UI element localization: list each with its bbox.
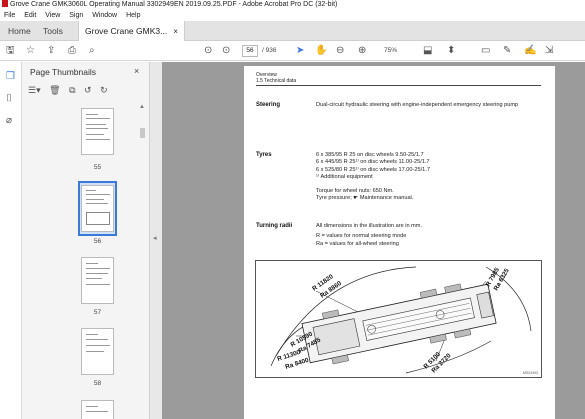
comment-icon[interactable]: ▭ — [481, 44, 490, 58]
delete-page-icon[interactable]: 🗑 — [49, 85, 60, 95]
tab-document[interactable]: Grove Crane GMK3... × — [78, 21, 185, 41]
navigation-rail: ❐ ⌷ ⌀ — [0, 62, 22, 419]
panel-title: Page Thumbnails — [30, 67, 96, 77]
fit-page-icon[interactable]: ⬓ — [423, 44, 432, 58]
turning-radii-block: All dimensions in the illustration are i… — [316, 223, 541, 248]
bookmark-star-icon[interactable]: ☆ — [26, 44, 35, 58]
thumbnail-label: 56 — [93, 238, 102, 245]
menu-help[interactable]: Help — [126, 12, 140, 19]
zoom-level-select[interactable]: 75% — [384, 45, 397, 57]
menu-file[interactable]: File — [4, 12, 15, 19]
acrobat-app-icon — [2, 0, 8, 7]
tab-bar: Home Tools Grove Crane GMK3... × — [0, 21, 585, 41]
turning-radii-drawing: R 11820 Ra 8860 R 7985 Ra 6325 R 10590 R… — [255, 260, 542, 378]
r-definition: R = values for normal steering mode — [316, 233, 407, 240]
menu-edit[interactable]: Edit — [24, 12, 36, 19]
page-number-input[interactable]: 56 — [242, 45, 258, 57]
extract-page-icon[interactable]: ⧉ — [69, 85, 75, 95]
previous-page-icon[interactable]: ⊙ — [204, 44, 212, 58]
page-thumbnail[interactable] — [81, 257, 114, 304]
page-count: / 936 — [262, 47, 277, 54]
page-thumbnails-icon[interactable]: ❐ — [6, 72, 16, 82]
tyre-spec-line: 6 x 445/95 R 25¹⁾ on disc wheels 11.00-2… — [316, 159, 430, 166]
upload-cloud-icon[interactable]: ⇪ — [47, 44, 55, 58]
scroll-up-icon[interactable]: ▲ — [139, 104, 145, 110]
tab-tools[interactable]: Tools — [43, 21, 63, 41]
scroll-mode-icon[interactable]: ⬍ — [447, 44, 455, 58]
share-icon[interactable]: ⇲ — [545, 44, 553, 58]
header-rule — [256, 85, 541, 86]
thumbnail-panel: Page Thumbnails × ☰▾ 🗑 ⧉ ↺ ↻ 55 56 57 58… — [22, 62, 150, 419]
panel-toolbar: ☰▾ 🗑 ⧉ ↺ ↻ — [28, 85, 114, 96]
toolbar: 🖫 ☆ ⇪ ⎙ ⌕ ⊙ ⊙ 56 / 936 ➤ ✋ ⊖ ⊕ 75% ⬓ ⬍ ▭… — [0, 41, 585, 61]
window-title-bar: Grove Crane GMK3060L Operating Manual 33… — [0, 0, 585, 10]
thumbnail-label: 58 — [93, 380, 102, 387]
thumbnail-scrollbar[interactable]: ▲ — [138, 102, 146, 419]
bookmarks-icon[interactable]: ⌷ — [6, 94, 16, 104]
thumbnail-label: 55 — [93, 164, 102, 171]
page-thumbnail[interactable] — [81, 328, 114, 375]
print-icon[interactable]: ⎙ — [68, 44, 76, 58]
torque-text: Torque for wheel nuts: 650 Nm. — [316, 187, 394, 194]
select-cursor-icon[interactable]: ➤ — [296, 44, 304, 58]
menu-sign[interactable]: Sign — [69, 12, 83, 19]
panel-splitter[interactable]: ◂ — [150, 62, 162, 419]
page-thumbnail[interactable] — [81, 108, 114, 155]
pressure-text: Tyre pressure; ☛ Maintenance manual. — [316, 195, 414, 202]
tab-document-label: Grove Crane GMK3... — [85, 26, 168, 36]
attachments-icon[interactable]: ⌀ — [6, 116, 16, 126]
crane-plan-view: R 11820 Ra 8860 R 7985 Ra 6325 R 10590 R… — [270, 266, 532, 374]
options-menu-icon[interactable]: ☰▾ — [28, 85, 41, 95]
thumbnail-drawing — [86, 212, 110, 225]
search-icon[interactable]: ⌕ — [89, 44, 95, 58]
turning-radii-intro: All dimensions in the illustration are i… — [316, 223, 423, 229]
thumbnail-label: 57 — [93, 309, 102, 316]
page-thumbnail-current[interactable] — [81, 185, 114, 232]
hand-tool-icon[interactable]: ✋ — [315, 44, 327, 58]
pdf-page: Overview 1.5 Technical data Steering Dua… — [244, 66, 555, 419]
collapse-panel-icon[interactable]: ◂ — [153, 234, 157, 242]
zoom-out-icon[interactable]: ⊖ — [336, 44, 344, 58]
rotate-right-icon[interactable]: ↻ — [100, 85, 108, 95]
menu-bar: File Edit View Sign Window Help — [0, 10, 585, 21]
ra-definition: Ra = values for all-wheel steering — [316, 240, 399, 247]
tyres-heading: Tyres — [256, 152, 272, 158]
scrollbar-thumb[interactable] — [140, 128, 145, 138]
highlight-pen-icon[interactable]: ✎ — [503, 44, 511, 58]
tyre-footnote: ¹⁾ Additional equipment — [316, 174, 373, 181]
sign-icon[interactable]: ✍ — [524, 44, 536, 58]
turning-radii-heading: Turning radii — [256, 223, 293, 229]
rotate-left-icon[interactable]: ↺ — [84, 85, 92, 95]
save-icon[interactable]: 🖫 — [6, 44, 15, 58]
window-title: Grove Crane GMK3060L Operating Manual 33… — [10, 1, 338, 8]
tab-home[interactable]: Home — [8, 21, 31, 41]
tyres-block: 6 x 385/95 R 25 on disc wheels 9.50-25/1… — [316, 152, 541, 202]
document-viewport[interactable]: Overview 1.5 Technical data Steering Dua… — [162, 62, 585, 419]
menu-view[interactable]: View — [45, 12, 60, 19]
zoom-in-icon[interactable]: ⊕ — [358, 44, 366, 58]
tab-close-icon[interactable]: × — [173, 27, 178, 36]
page-thumbnail[interactable] — [81, 400, 114, 419]
drawing-reference-code: MS03493 — [523, 371, 538, 375]
steering-text: Dual-circuit hydraulic steering with eng… — [316, 102, 519, 108]
running-header-section: 1.5 Technical data — [256, 78, 297, 84]
next-page-icon[interactable]: ⊙ — [222, 44, 230, 58]
steering-heading: Steering — [256, 102, 281, 108]
panel-close-icon[interactable]: × — [134, 66, 139, 76]
menu-window[interactable]: Window — [92, 12, 117, 19]
